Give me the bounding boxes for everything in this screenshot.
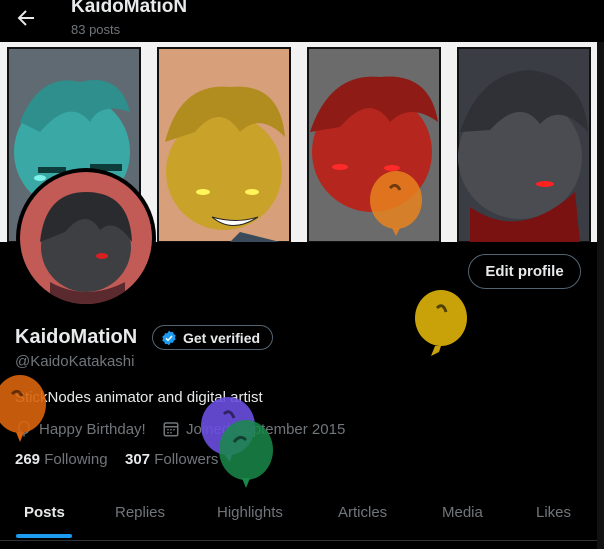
banner-panel-yellow (157, 47, 291, 242)
birthday-balloon (370, 171, 422, 236)
following-label: Following (44, 451, 108, 468)
profile-handle: @KaidoKatakashi (15, 353, 135, 370)
active-tab-indicator (16, 534, 72, 538)
profile-display-name: KaidoMatioN (15, 326, 138, 348)
get-verified-button[interactable]: Get verified (152, 325, 274, 350)
avatar (20, 172, 152, 304)
tab-media[interactable]: Media (442, 504, 483, 521)
profile-tabs: Posts Replies Highlights Articles Media … (0, 490, 597, 540)
avatar-frame[interactable] (16, 168, 156, 308)
profile-header: KaidoMatioN 83 posts (0, 0, 604, 42)
calendar-icon (163, 422, 179, 437)
tab-posts[interactable]: Posts (24, 504, 65, 521)
tab-likes[interactable]: Likes (536, 504, 571, 521)
following-link[interactable]: 269 Following (15, 451, 108, 468)
birthday-balloon (0, 375, 46, 442)
get-verified-label: Get verified (183, 329, 261, 346)
tabs-divider (0, 540, 597, 541)
page-scrollbar[interactable] (597, 42, 604, 549)
following-count: 269 (15, 451, 41, 468)
tab-articles[interactable]: Articles (338, 504, 387, 521)
tab-highlights[interactable]: Highlights (217, 504, 283, 521)
tab-replies[interactable]: Replies (115, 504, 165, 521)
back-arrow-icon[interactable] (14, 6, 38, 30)
birthday-balloon (219, 420, 273, 488)
edit-profile-button[interactable]: Edit profile (468, 254, 581, 289)
banner-panel-gray (457, 47, 591, 242)
birthday-text: Happy Birthday! (39, 420, 146, 438)
header-post-count: 83 posts (71, 22, 121, 37)
birthday-balloon (415, 290, 467, 356)
header-title: KaidoMatioN (71, 0, 188, 17)
followers-count: 307 (125, 451, 151, 468)
verified-badge-icon (162, 330, 176, 345)
